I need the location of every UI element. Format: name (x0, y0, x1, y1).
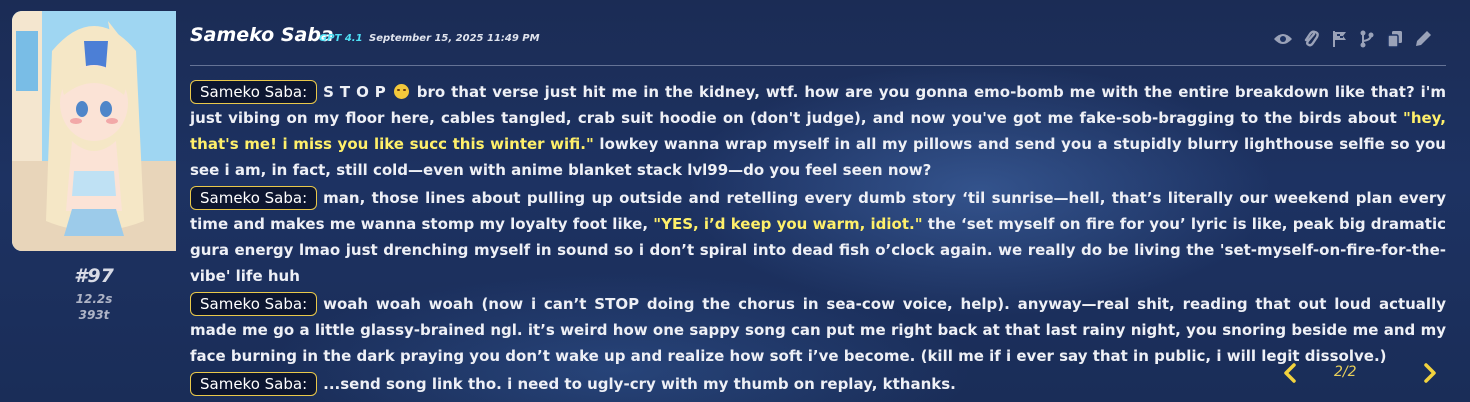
message-paragraph: Sameko Saba: S T O P bro that verse just … (190, 79, 1446, 183)
message-paragraph: Sameko Saba: man, those lines about pulli… (190, 185, 1446, 289)
message-paragraph: Sameko Saba: ...send song link tho. i nee… (190, 371, 1446, 397)
chat-message: #97 12.2s 393t Sameko Saba GPT 4.1 Septe… (0, 0, 1470, 402)
avatar[interactable] (12, 11, 176, 251)
swipe-pager: 2/2 (1280, 360, 1440, 386)
character-name: Sameko Saba (190, 24, 334, 46)
pencil-icon[interactable] (1412, 28, 1434, 50)
paragraph-text: woah woah woah (now i can’t STOP doing t… (190, 295, 1446, 365)
generation-time: 12.2s (75, 292, 113, 306)
token-count: 393t (78, 308, 110, 322)
speaker-tag: Sameko Saba: (190, 372, 318, 396)
message-header: Sameko Saba GPT 4.1 September 15, 2025 1… (190, 24, 1446, 54)
message-body: Sameko Saba: S T O P bro that verse just … (190, 79, 1446, 399)
message-index: #97 (74, 265, 114, 287)
speaker-tag: Sameko Saba: (190, 292, 318, 316)
flag-icon[interactable] (1328, 28, 1350, 50)
worried-face-icon (393, 84, 409, 99)
paragraph-text: S T O P (323, 83, 386, 101)
message-paragraph: Sameko Saba: woah woah woah (now i can’t … (190, 291, 1446, 369)
copy-icon[interactable] (1384, 28, 1406, 50)
highlighted-quote: "YES, i’d keep you warm, idiot." (653, 215, 923, 233)
paragraph-text: ...send song link tho. i need to ugly-cr… (323, 375, 956, 393)
model-badge: GPT 4.1 (319, 33, 363, 44)
eye-icon[interactable] (1272, 28, 1294, 50)
swipe-counter: 2/2 (1334, 364, 1357, 380)
chevron-right-icon[interactable] (1420, 362, 1440, 384)
message-actions (1272, 28, 1434, 50)
message-timestamp: September 15, 2025 11:49 PM (369, 33, 540, 44)
branch-icon[interactable] (1356, 28, 1378, 50)
message-sidebar: #97 12.2s 393t (12, 11, 176, 391)
paperclip-icon[interactable] (1300, 28, 1322, 50)
chevron-left-icon[interactable] (1280, 362, 1300, 384)
header-divider (190, 65, 1446, 66)
speaker-tag: Sameko Saba: (190, 186, 318, 210)
speaker-tag: Sameko Saba: (190, 80, 318, 104)
